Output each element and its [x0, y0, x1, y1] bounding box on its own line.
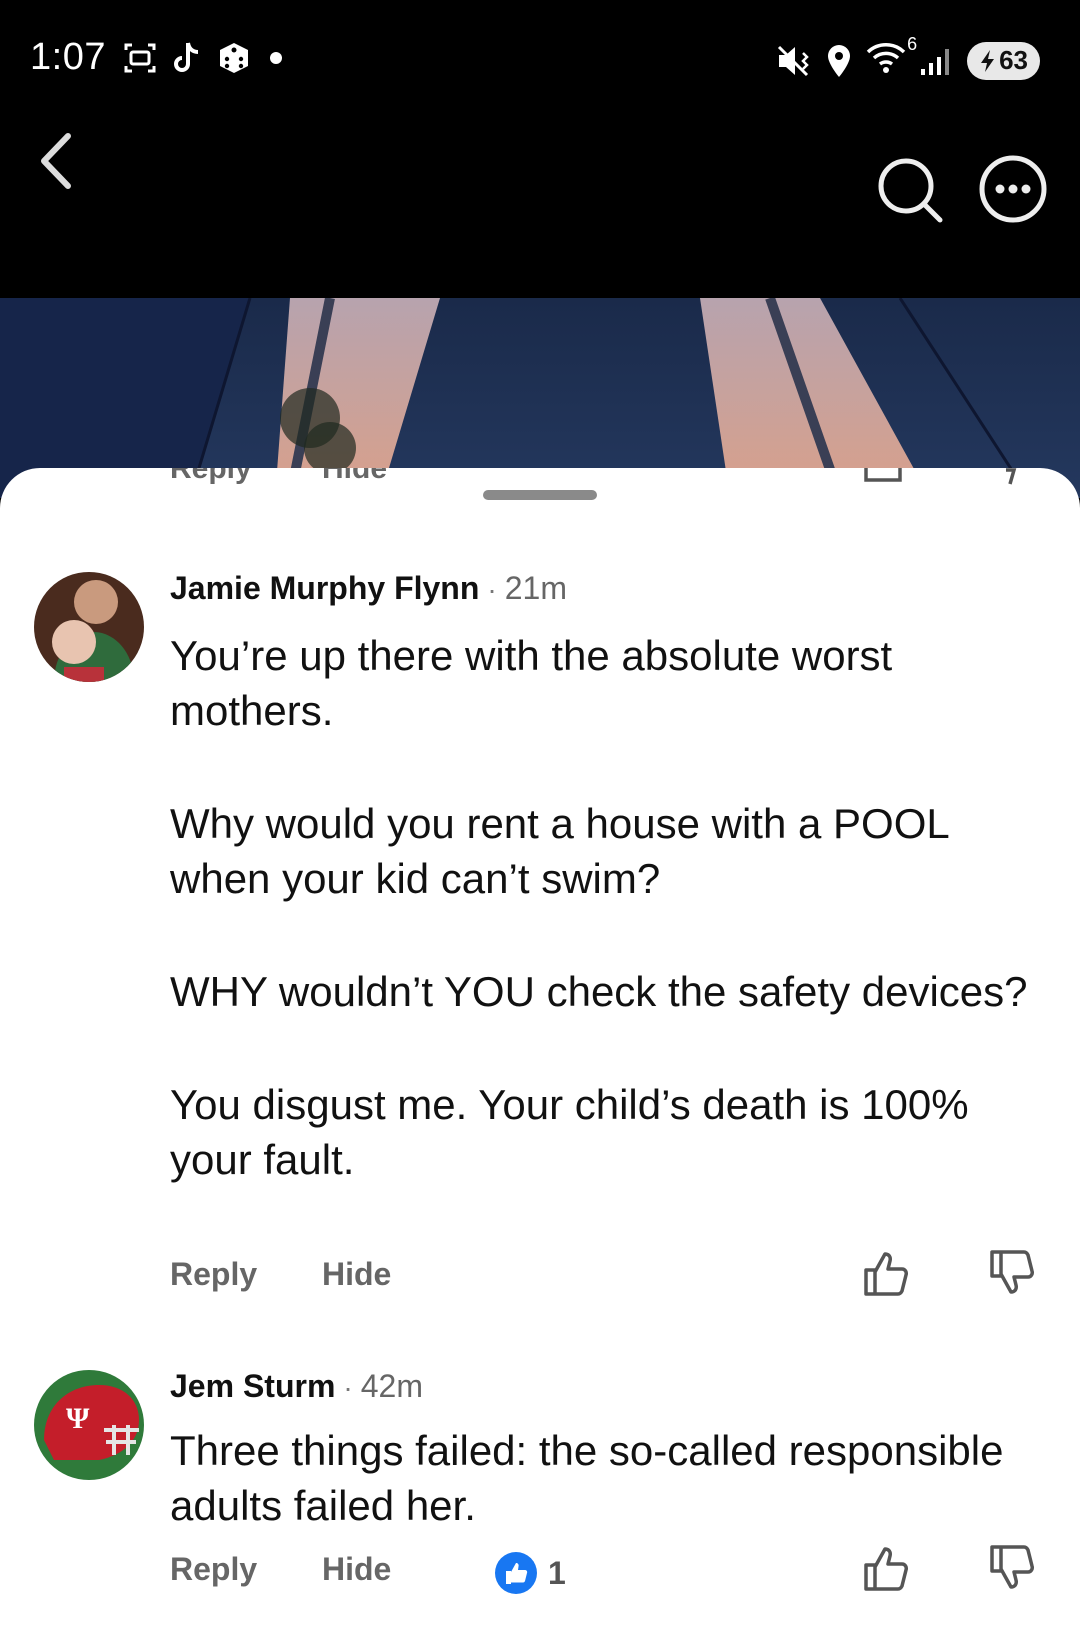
- prev-reply-button[interactable]: Reply: [170, 468, 252, 485]
- comment-paragraph: Three things failed: the so-called respo…: [170, 1427, 1004, 1529]
- like-icon[interactable]: [862, 1248, 910, 1298]
- avatar[interactable]: Ψ: [34, 1370, 144, 1480]
- comment-paragraph: Why would you rent a house with a POOL w…: [170, 800, 949, 902]
- comment-paragraph: WHY wouldn’t YOU check the safety device…: [170, 968, 1028, 1015]
- comment-author[interactable]: Jamie Murphy Flynn: [170, 570, 479, 607]
- prev-dislike-icon[interactable]: [1000, 468, 1020, 488]
- avatar-helmet-photo: Ψ: [34, 1370, 144, 1480]
- back-chevron-icon[interactable]: [34, 128, 80, 194]
- comments-sheet: Reply Hide Jamie Murphy Flynn · 21m You’…: [0, 468, 1080, 1644]
- avatar[interactable]: [34, 572, 144, 682]
- comment-text: Three things failed: the so-called respo…: [170, 1423, 1050, 1533]
- comment-actions: Reply Hide 1: [0, 1543, 1080, 1603]
- dislike-icon[interactable]: [988, 1543, 1036, 1593]
- wifi-icon: [866, 43, 906, 73]
- battery-level: 63: [999, 45, 1028, 75]
- charging-bolt-icon: [981, 49, 995, 72]
- top-nav: [0, 120, 1080, 300]
- hide-button[interactable]: Hide: [322, 1551, 391, 1588]
- avatar-photo: [34, 572, 144, 682]
- comment-timestamp: 42m: [360, 1368, 423, 1404]
- prev-like-icon[interactable]: [864, 468, 904, 488]
- comment-paragraph: You’re up there with the absolute worst …: [170, 632, 893, 734]
- previous-comment-actions: Reply Hide: [0, 468, 1080, 508]
- comment-paragraph: You disgust me. Your child’s death is 10…: [170, 1081, 969, 1183]
- status-bar: 1:07 6 63: [0, 0, 1080, 120]
- screenshot-icon: [124, 43, 156, 73]
- reply-button[interactable]: Reply: [170, 1256, 257, 1293]
- tiktok-icon: [174, 42, 199, 72]
- meta-separator: ·: [343, 1372, 353, 1403]
- like-reaction-icon: [495, 1552, 537, 1594]
- reaction-summary[interactable]: 1: [494, 1551, 566, 1595]
- signal-icon: [921, 48, 950, 75]
- comment-text: You’re up there with the absolute worst …: [170, 628, 1050, 1187]
- comment-actions: Reply Hide: [0, 1248, 1080, 1308]
- meta-separator: ·: [487, 574, 497, 605]
- comment-timestamp: 21m: [504, 570, 567, 606]
- like-icon[interactable]: [862, 1543, 910, 1593]
- dot-icon: [270, 52, 282, 64]
- status-time: 1:07: [30, 36, 106, 78]
- svg-text:Ψ: Ψ: [66, 1402, 90, 1435]
- wifi-badge: 6: [907, 34, 918, 54]
- like-count: 1: [548, 1554, 566, 1591]
- comment-author[interactable]: Jem Sturm: [170, 1368, 335, 1405]
- more-icon[interactable]: [978, 154, 1048, 224]
- location-icon: [828, 44, 851, 77]
- prev-hide-button[interactable]: Hide: [322, 468, 387, 485]
- dislike-icon[interactable]: [988, 1248, 1036, 1298]
- battery-indicator: 63: [967, 41, 1040, 80]
- search-icon[interactable]: [876, 156, 946, 226]
- mute-vibrate-icon: [778, 45, 809, 76]
- hide-button[interactable]: Hide: [322, 1256, 391, 1293]
- reply-button[interactable]: Reply: [170, 1551, 257, 1588]
- dice-icon: [220, 43, 248, 73]
